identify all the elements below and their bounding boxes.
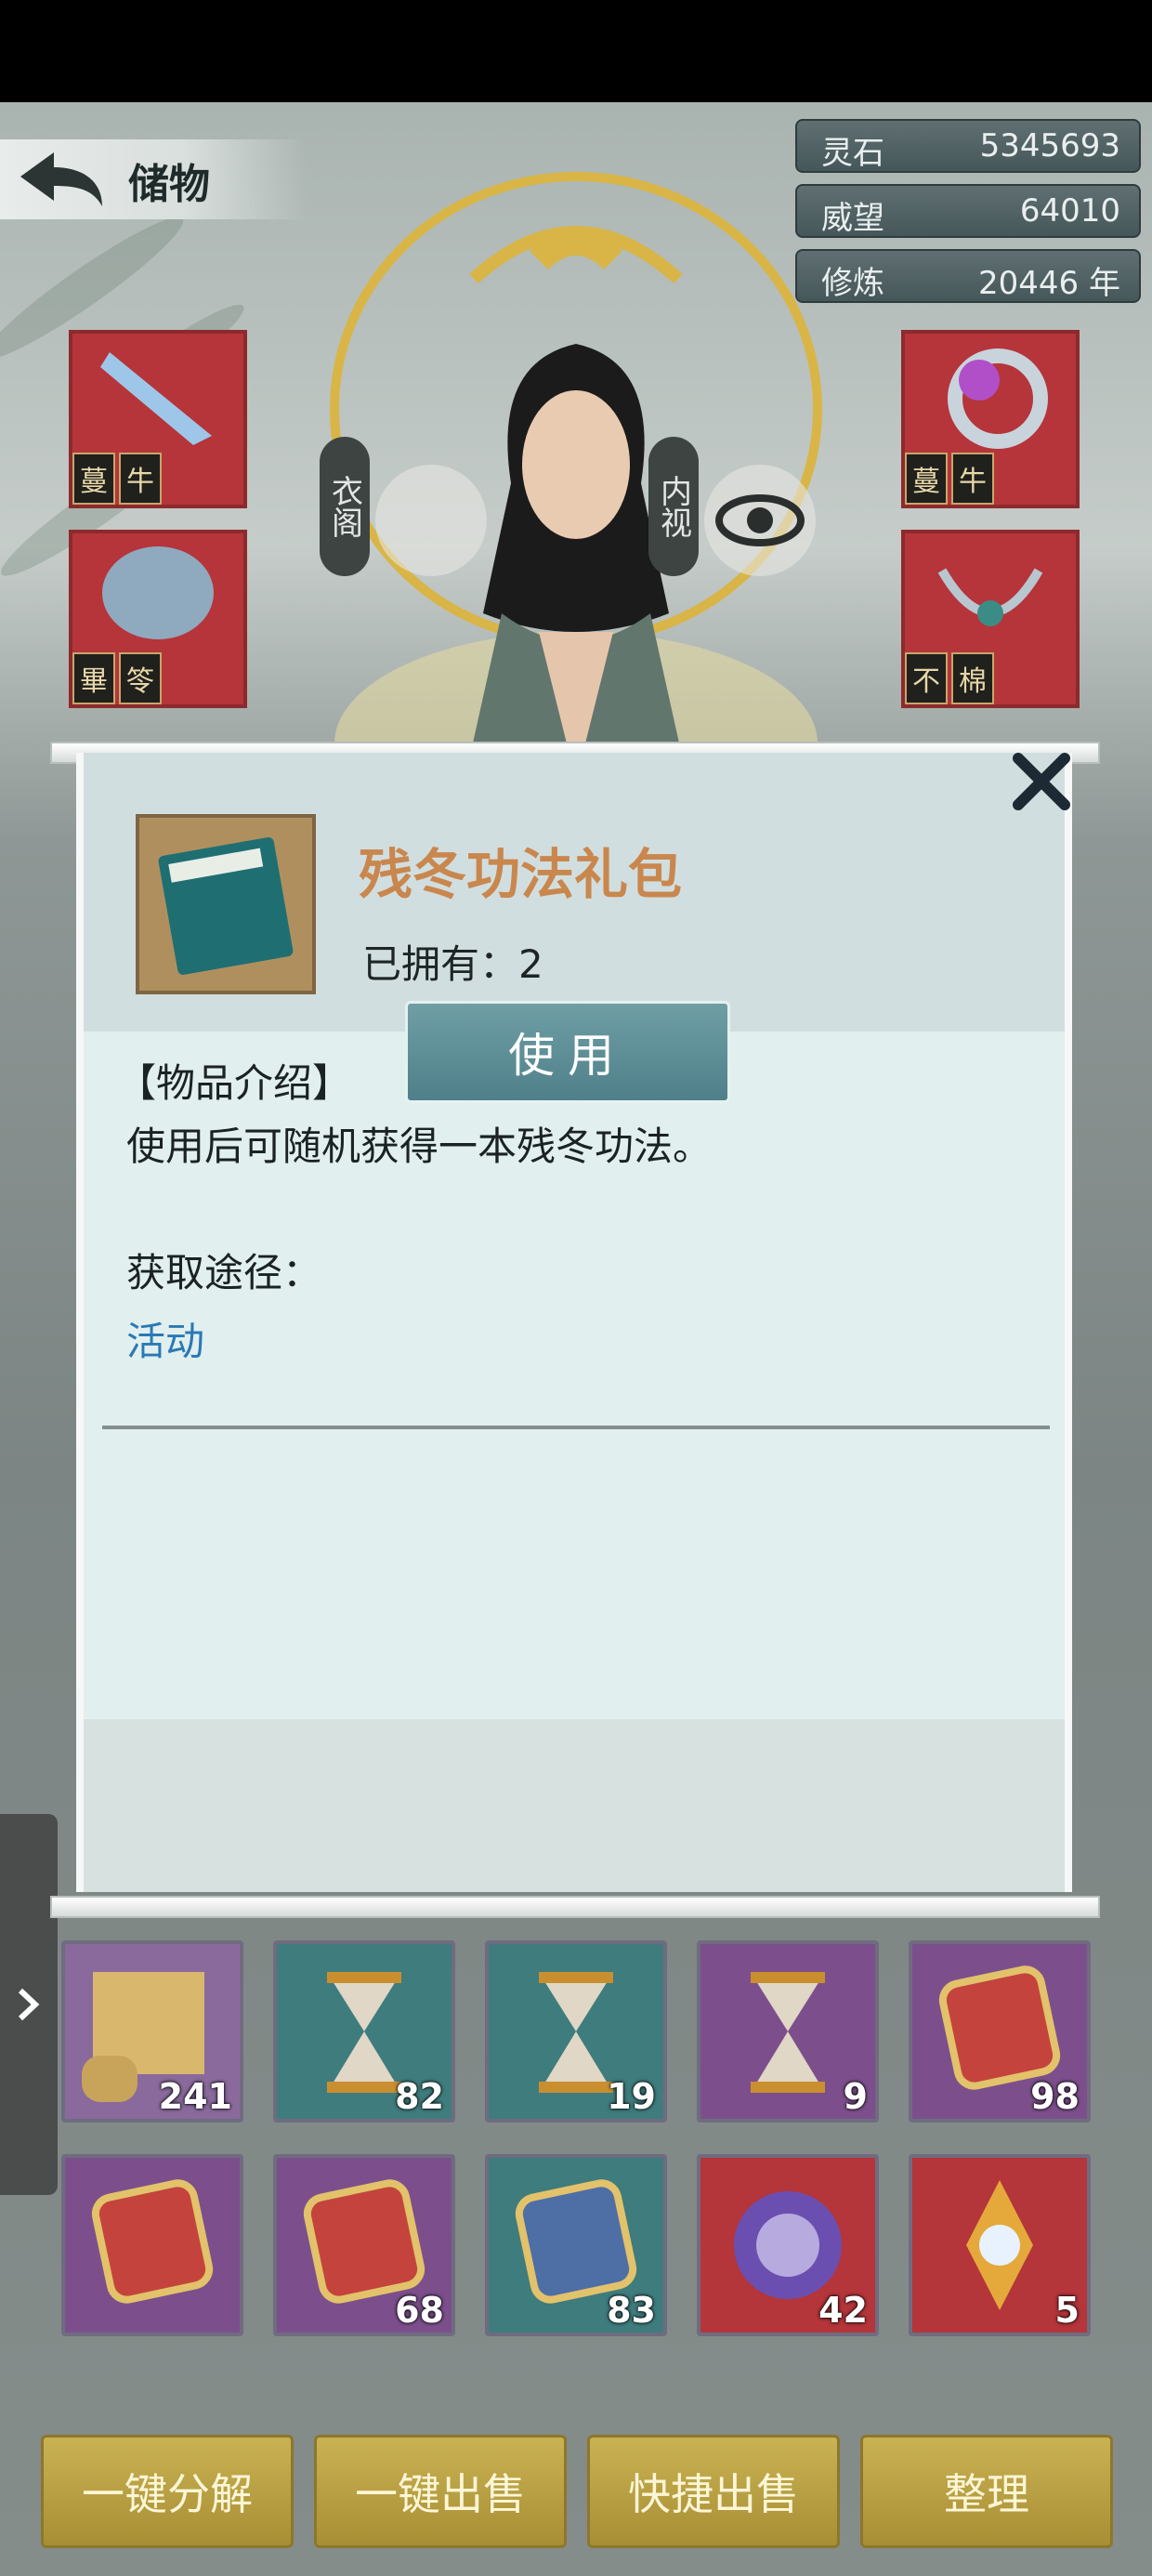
inventory-cell[interactable]: 19 xyxy=(485,1940,667,2123)
equipment-slot-necklace[interactable]: 不棉 xyxy=(901,530,1080,708)
one-click-sell-button[interactable]: 一键出售 xyxy=(314,2435,567,2548)
equipment-tag: 笭 xyxy=(119,652,162,704)
side-expand-tab[interactable] xyxy=(0,1814,58,2195)
wardrobe-tab-label: 衣阁 xyxy=(325,475,363,538)
item-count: 9 xyxy=(843,2076,868,2117)
equipment-tag: 牛 xyxy=(119,453,162,505)
ring-icon xyxy=(948,348,1048,449)
manual-book-icon xyxy=(158,836,294,976)
inventory-cell[interactable]: 9 xyxy=(697,1940,879,2123)
helmet-icon xyxy=(102,546,214,639)
necklace-icon xyxy=(937,568,1043,626)
intro-text: 使用后可随机获得一本残冬功法。 xyxy=(126,1124,713,1169)
resource-value: 20446 年 xyxy=(978,265,1120,302)
character-display: 衣阁 内视 xyxy=(279,130,873,855)
item-count: 83 xyxy=(607,2290,656,2331)
resource-value: 5345693 xyxy=(979,127,1120,164)
sword-icon xyxy=(100,352,212,445)
item-count: 68 xyxy=(395,2290,444,2331)
equipment-tag: 蔓 xyxy=(72,453,115,505)
inventory-cell[interactable]: 68 xyxy=(273,2154,455,2336)
chevron-right-icon xyxy=(18,1988,40,2021)
inventory-cell[interactable]: 5 xyxy=(909,2154,1091,2336)
eye-icon[interactable] xyxy=(704,465,816,576)
source-title: 获取途径： xyxy=(126,1250,322,1295)
back-button[interactable]: 储物 xyxy=(0,139,307,219)
wardrobe-icon[interactable] xyxy=(375,465,487,576)
inner-view-tab[interactable]: 内视 xyxy=(648,437,699,576)
quick-sell-button[interactable]: 快捷出售 xyxy=(587,2435,840,2548)
item-count: 42 xyxy=(818,2290,868,2331)
equipment-tag: 棉 xyxy=(951,652,994,704)
inventory-cell[interactable]: 82 xyxy=(273,1940,455,2123)
equipment-slot-ring[interactable]: 蔓牛 xyxy=(901,330,1080,508)
resource-value: 64010 xyxy=(1019,192,1120,230)
item-icon-frame xyxy=(136,814,316,994)
divider xyxy=(102,1426,1050,1429)
item-count: 5 xyxy=(1054,2290,1080,2331)
token-travel-icon xyxy=(91,2179,214,2304)
intro-title: 【物品介绍】 xyxy=(117,1060,352,1106)
item-name: 残冬功法礼包 xyxy=(359,843,683,906)
use-button[interactable]: 使用 xyxy=(405,1001,730,1103)
back-arrow-icon xyxy=(20,152,102,206)
status-bar xyxy=(0,0,1152,102)
dialog-footer xyxy=(84,1719,1065,1892)
wardrobe-tab[interactable]: 衣阁 xyxy=(320,437,370,576)
one-click-decompose-button[interactable]: 一键分解 xyxy=(41,2435,294,2548)
sort-button[interactable]: 整理 xyxy=(860,2435,1113,2548)
item-count: 98 xyxy=(1030,2076,1080,2117)
inventory-cell[interactable]: 241 xyxy=(61,1940,243,2123)
item-detail-dialog: 残冬功法礼包 已拥有：2 【物品介绍】 使用后可随机获得一本残冬功法。 获取途径… xyxy=(76,753,1072,1892)
equipment-tag: 不 xyxy=(905,652,948,704)
item-count: 82 xyxy=(395,2076,444,2117)
source-link[interactable]: 活动 xyxy=(126,1310,204,1367)
inner-view-tab-label: 内视 xyxy=(654,475,692,538)
dialog-bottom-rod xyxy=(50,1896,1100,1918)
inventory-cell[interactable]: 83 xyxy=(485,2154,667,2336)
item-count: 19 xyxy=(607,2076,656,2117)
page-title: 储物 xyxy=(128,161,210,208)
equipment-slot-helmet[interactable]: 畢笭 xyxy=(69,530,247,708)
item-owned-count: 已拥有：2 xyxy=(362,941,543,987)
inventory-cell[interactable]: 42 xyxy=(697,2154,879,2336)
close-icon[interactable] xyxy=(1009,749,1074,814)
equipment-tag: 蔓 xyxy=(905,453,948,505)
equipment-tag: 畢 xyxy=(72,652,115,704)
inventory-cell[interactable]: 98 xyxy=(909,1940,1091,2123)
item-count: 241 xyxy=(158,2076,232,2117)
inventory-cell[interactable] xyxy=(61,2154,243,2336)
equipment-tag: 牛 xyxy=(951,453,994,505)
equipment-slot-weapon[interactable]: 蔓牛 xyxy=(69,330,247,508)
